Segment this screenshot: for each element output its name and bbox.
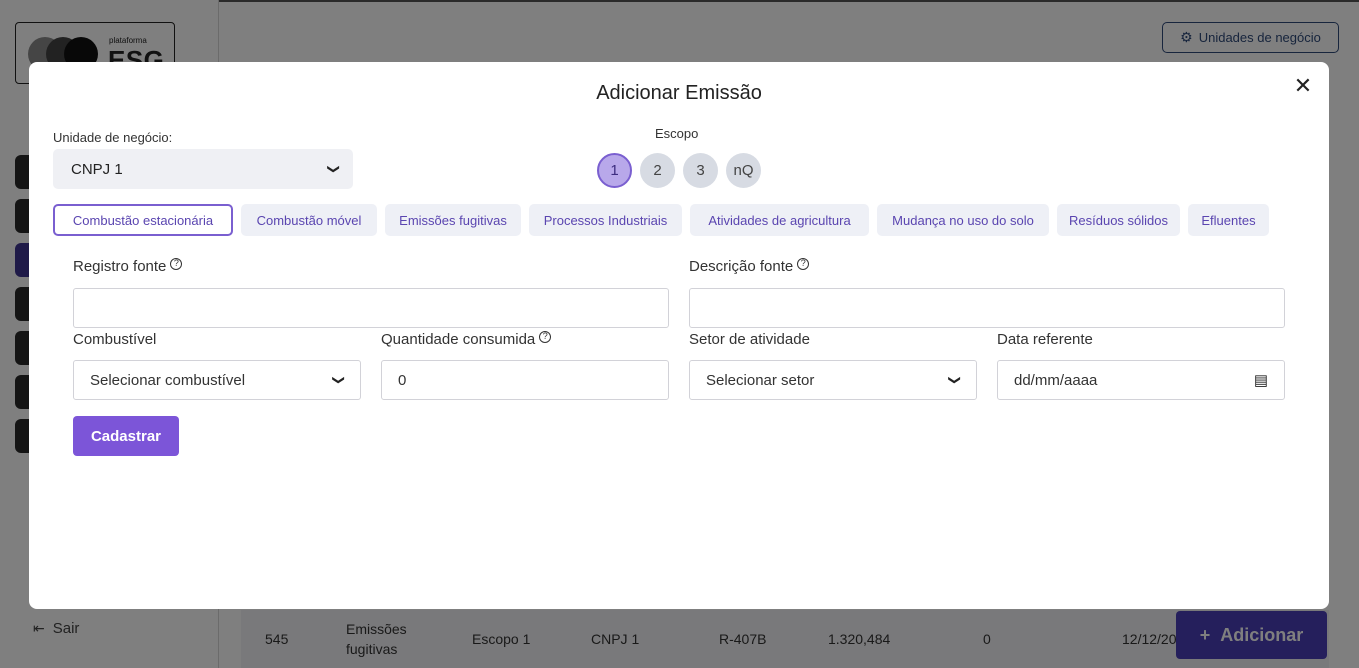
chevron-down-icon: ❯ <box>331 374 346 386</box>
descricao-fonte-input[interactable] <box>689 288 1285 328</box>
scope-label: Escopo <box>655 126 699 141</box>
tab-processos-industriais[interactable]: Processos Industriais <box>529 204 682 236</box>
calendar-icon[interactable]: ▤ <box>1254 371 1268 389</box>
data-label-text: Data referente <box>997 331 1093 348</box>
combustivel-label-text: Combustível <box>73 331 157 348</box>
tab-efluentes[interactable]: Efluentes <box>1188 204 1269 236</box>
tab-combustao-estacionaria[interactable]: Combustão estacionária <box>53 204 233 236</box>
combustivel-value: Selecionar combustível <box>90 371 246 389</box>
business-unit-label: Unidade de negócio: <box>53 130 173 145</box>
data-input[interactable]: dd/mm/aaaa ▤ <box>997 360 1285 400</box>
tab-combustao-movel[interactable]: Combustão móvel <box>241 204 377 236</box>
tab-atividades-agricultura[interactable]: Atividades de agricultura <box>690 204 869 236</box>
setor-label-text: Setor de atividade <box>689 331 810 348</box>
data-value: dd/mm/aaaa <box>1014 371 1098 389</box>
business-unit-value: CNPJ 1 <box>71 160 123 178</box>
combustivel-label: Combustível <box>73 331 156 348</box>
registro-fonte-label: Registro fonte ? <box>73 257 183 275</box>
close-icon[interactable]: ✕ <box>1291 74 1315 98</box>
descricao-fonte-label-text: Descrição fonte <box>689 258 794 275</box>
scope-option-3[interactable]: 3 <box>683 153 718 188</box>
setor-select[interactable]: Selecionar setor ❯ <box>689 360 977 400</box>
quantidade-input[interactable]: 0 <box>381 360 669 400</box>
scope-option-2[interactable]: 2 <box>640 153 675 188</box>
chevron-down-icon: ❯ <box>326 163 341 175</box>
registro-fonte-label-text: Registro fonte <box>73 258 167 275</box>
tab-residuos-solidos[interactable]: Resíduos sólidos <box>1057 204 1180 236</box>
data-label: Data referente <box>997 331 1093 348</box>
help-icon[interactable]: ? <box>539 330 552 343</box>
chevron-down-icon: ❯ <box>947 374 962 386</box>
help-icon[interactable]: ? <box>797 257 810 270</box>
tab-mudanca-uso-solo[interactable]: Mudança no uso do solo <box>877 204 1049 236</box>
setor-value: Selecionar setor <box>706 371 815 389</box>
setor-label: Setor de atividade <box>689 331 810 348</box>
quantidade-label: Quantidade consumida ? <box>381 330 552 348</box>
add-emission-modal: Adicionar Emissão ✕ Unidade de negócio: … <box>29 62 1329 609</box>
tab-emissoes-fugitivas[interactable]: Emissões fugitivas <box>385 204 521 236</box>
modal-title: Adicionar Emissão <box>596 82 762 104</box>
cadastrar-button[interactable]: Cadastrar <box>73 416 179 456</box>
combustivel-select[interactable]: Selecionar combustível ❯ <box>73 360 361 400</box>
scope-option-1[interactable]: 1 <box>597 153 632 188</box>
scope-option-nq[interactable]: nQ <box>726 153 761 188</box>
quantidade-value: 0 <box>398 371 407 389</box>
quantidade-label-text: Quantidade consumida <box>381 331 536 348</box>
help-icon[interactable]: ? <box>170 257 183 270</box>
descricao-fonte-label: Descrição fonte ? <box>689 257 810 275</box>
registro-fonte-input[interactable] <box>73 288 669 328</box>
business-unit-select[interactable]: CNPJ 1 ❯ <box>53 149 353 189</box>
